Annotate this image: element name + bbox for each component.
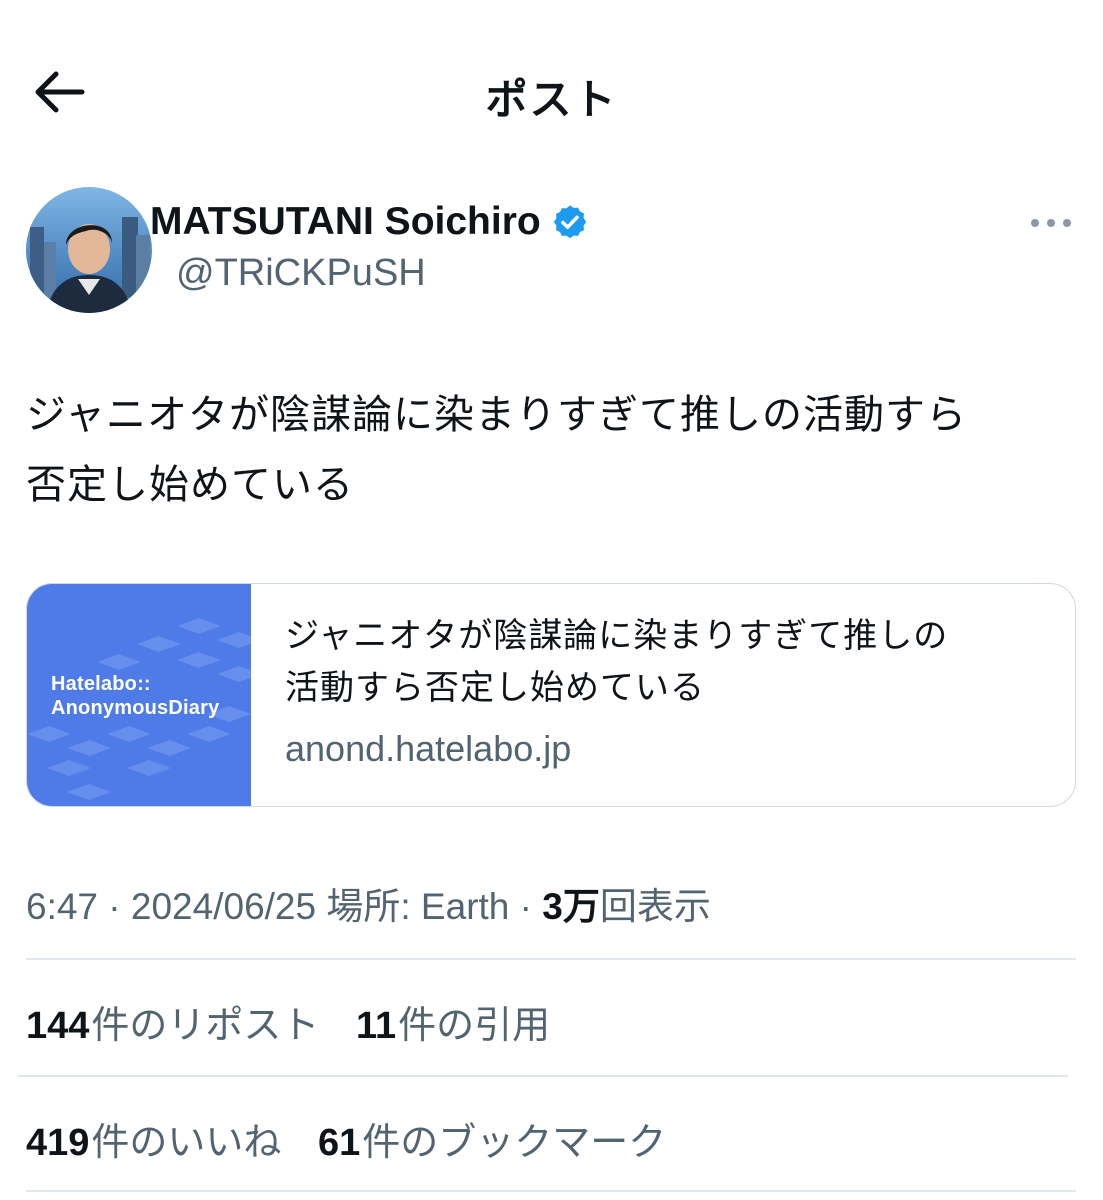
link-card-brand: Hatelabo:: AnonymousDiary: [51, 672, 219, 720]
post-date[interactable]: 2024/06/25: [131, 886, 316, 927]
meta-separator: ·: [519, 886, 532, 927]
reposts-count: 144: [26, 1005, 90, 1047]
views-label: 回表示: [599, 886, 711, 927]
bookmarks-stat[interactable]: 61件のブックマーク: [318, 1111, 666, 1166]
user-handle[interactable]: @TRiCKPuSH: [176, 252, 426, 295]
top-bar: ポスト: [0, 0, 1103, 180]
divider: [26, 958, 1076, 960]
post-text-line: 否定し始めている: [26, 463, 354, 507]
display-name-row: MATSUTANI Soichiro: [150, 200, 589, 244]
post-text-line: ジャニオタが陰謀論に染まりすぎて推しの活動すら: [26, 393, 967, 437]
link-card-domain: anond.hatelabo.jp: [285, 728, 572, 769]
divider: [18, 1075, 1068, 1077]
reposts-label: 件のリポスト: [91, 1005, 320, 1047]
reposts-stat[interactable]: 144件のリポスト: [26, 994, 319, 1049]
likes-count: 419: [26, 1122, 90, 1164]
post-text: ジャニオタが陰謀論に染まりすぎて推しの活動すら 否定し始めている: [26, 380, 1076, 520]
avatar[interactable]: [26, 187, 152, 313]
link-card[interactable]: Hatelabo:: AnonymousDiary ジャニオタが陰謀論に染まりす…: [26, 583, 1076, 807]
likes-stat[interactable]: 419件のいいね: [26, 1111, 281, 1166]
meta-separator: ·: [108, 886, 121, 927]
page-title: ポスト: [485, 76, 618, 123]
bookmarks-count: 61: [317, 1122, 361, 1164]
engagement-stats: 144件のリポスト 11件の引用: [26, 994, 576, 1049]
brand-line: Hatelabo::: [51, 673, 151, 695]
divider: [26, 1190, 1076, 1192]
post-location: 場所: Earth: [326, 886, 510, 927]
link-card-title-line: 活動すら否定し始めている: [285, 669, 705, 707]
views-count: 3万: [542, 886, 600, 927]
link-card-title: ジャニオタが陰謀論に染まりすぎて推しの 活動すら否定し始めている: [285, 610, 1055, 714]
quotes-stat[interactable]: 11件の引用: [356, 994, 550, 1049]
link-card-title-line: ジャニオタが陰謀論に染まりすぎて推しの: [285, 617, 949, 655]
post-meta: 6:47 · 2024/06/25 場所: Earth · 3万回表示: [26, 876, 711, 930]
avatar-image: [26, 187, 152, 313]
more-horizontal-icon: [1031, 219, 1071, 227]
quotes-label: 件の引用: [398, 1005, 551, 1047]
engagement-stats: 419件のいいね 61件のブックマーク: [26, 1111, 692, 1166]
bookmarks-label: 件のブックマーク: [362, 1122, 667, 1164]
likes-label: 件のいいね: [91, 1122, 282, 1164]
display-name[interactable]: MATSUTANI Soichiro: [150, 200, 541, 244]
verified-badge-icon: [553, 205, 586, 239]
brand-line: AnonymousDiary: [51, 697, 220, 719]
quotes-count: 11: [355, 1005, 397, 1047]
more-button[interactable]: [1029, 208, 1073, 238]
link-card-thumbnail: Hatelabo:: AnonymousDiary: [27, 584, 251, 806]
post-time[interactable]: 6:47: [26, 886, 98, 927]
